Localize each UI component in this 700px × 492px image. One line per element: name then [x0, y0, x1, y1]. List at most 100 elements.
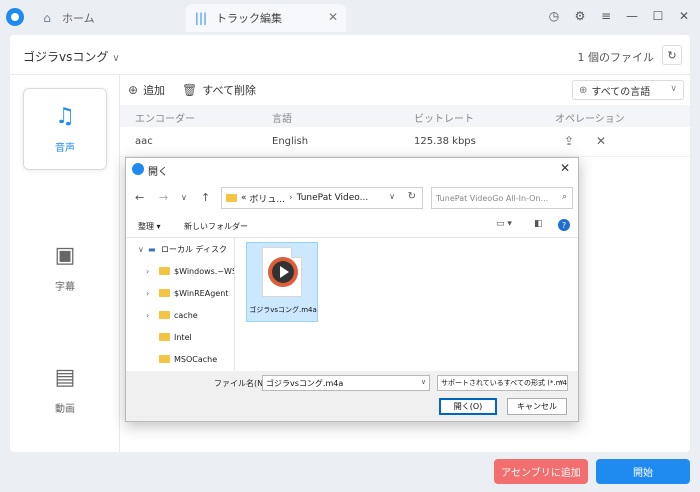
tab-track-edit-label: トラック編集 — [216, 12, 282, 25]
maximize-icon[interactable]: ☐ — [650, 7, 666, 25]
tree-item-local-disk[interactable]: ∨ ▬ ローカル ディスク — [138, 240, 246, 258]
chevron-down-icon[interactable]: ∨ — [389, 192, 395, 201]
chevron-down-icon: ∨ — [112, 53, 120, 64]
home-icon: ⌂ — [43, 11, 51, 25]
gear-icon[interactable]: ⚙ — [572, 7, 588, 25]
filename-input[interactable]: ゴジラvsコング.m4a ∨ — [262, 375, 430, 391]
app-logo-icon — [132, 163, 144, 175]
sidebar-item-label: 音声 — [55, 143, 75, 154]
file-item-name: ゴジラvsコング.m4a — [249, 306, 317, 314]
table-header: エンコーダー 言語 ビットレート オペレーション — [120, 105, 690, 127]
dialog-footer: ファイル名(N): ゴジラvsコング.m4a ∨ サポートされているすべての形式… — [126, 371, 578, 421]
preview-pane-icon[interactable]: ◧ — [534, 219, 543, 229]
waveform-icon: ||| — [194, 11, 208, 25]
chevron-right-icon[interactable]: › — [146, 289, 156, 298]
chevron-right-icon: › — [288, 193, 293, 203]
file-item-selected[interactable]: ゴジラvsコング.m4a — [246, 242, 318, 322]
start-button[interactable]: 開始 — [596, 459, 690, 484]
play-icon — [268, 257, 298, 287]
chevron-right-icon[interactable]: › — [146, 311, 156, 320]
dialog-nav-bar: ← → ∨ ↑ « ボリュ... › TunePat Video... ∨ ↻ … — [126, 180, 578, 214]
tree-item-label: $WinREAgent — [174, 288, 229, 298]
film-icon: ▤ — [54, 365, 76, 390]
file-type-select[interactable]: サポートされているすべての形式 (*.m4a ∨ — [437, 375, 568, 391]
open-button[interactable]: 開く(O) — [439, 398, 497, 415]
column-header-encoder: エンコーダー — [135, 114, 195, 125]
app-logo-icon — [6, 8, 24, 26]
sidebar-item-audio[interactable]: ♫ 音声 — [23, 88, 107, 170]
column-header-bitrate: ビットレート — [414, 114, 474, 125]
delete-all-button[interactable]: 🗑 すべて削除 — [182, 82, 256, 98]
file-header: ゴジラvsコング ∨ 1 個のファイル ↻ — [10, 35, 690, 75]
cancel-button[interactable]: キャンセル — [507, 398, 567, 415]
back-arrow-icon[interactable]: ← — [135, 191, 144, 204]
history-icon[interactable]: ◷ — [546, 7, 562, 25]
forward-arrow-icon[interactable]: → — [159, 191, 168, 204]
tree-item-label: ローカル ディスク — [161, 244, 227, 254]
add-button[interactable]: ⊕ 追加 — [128, 82, 165, 98]
refresh-button[interactable]: ↻ — [662, 45, 682, 65]
search-input[interactable]: TunePat VideoGo All-In-On... ⌕ — [431, 187, 573, 209]
folder-icon — [159, 311, 170, 319]
language-select[interactable]: ⊕ すべての言語 ∨ — [572, 80, 684, 100]
address-segment[interactable]: ボリュ... — [249, 192, 285, 205]
tree-item-label: MSOCache — [174, 354, 218, 364]
tree-item-label: cache — [174, 310, 198, 320]
new-folder-button[interactable]: 新しいフォルダー — [184, 221, 248, 232]
music-note-icon: ♫ — [55, 104, 75, 129]
file-title: ゴジラvsコング — [23, 50, 109, 64]
search-icon: ⌕ — [561, 192, 567, 202]
folder-icon — [159, 355, 170, 363]
plus-circle-icon: ⊕ — [128, 83, 139, 97]
chevron-down-icon: ∨ — [670, 84, 677, 94]
cell-bitrate: 125.38 kbps — [414, 136, 476, 147]
file-title-dropdown[interactable]: ゴジラvsコング ∨ — [23, 48, 120, 65]
up-arrow-icon[interactable]: ↑ — [201, 191, 210, 204]
tab-home[interactable]: ⌂ ホーム — [32, 4, 182, 32]
table-row: aac English 125.38 kbps ⇪ ✕ — [120, 127, 690, 157]
media-file-icon — [262, 247, 302, 297]
column-header-language: 言語 — [272, 114, 292, 125]
tab-track-edit[interactable]: ||| トラック編集 ✕ — [186, 4, 346, 32]
organize-label: 整理 — [138, 222, 154, 231]
dialog-title: 開く — [148, 167, 168, 178]
add-to-assembly-button[interactable]: アセンブリに追加 — [494, 459, 588, 484]
chevron-down-icon[interactable]: ∨ — [138, 245, 148, 254]
folder-icon — [159, 289, 170, 297]
organize-button[interactable]: 整理 ▾ — [138, 221, 161, 232]
dialog-title-bar: 開く ✕ — [126, 158, 578, 180]
folder-icon — [226, 194, 237, 202]
filename-label: ファイル名(N): — [214, 379, 269, 388]
delete-row-icon[interactable]: ✕ — [596, 134, 606, 148]
file-type-value: サポートされているすべての形式 (*.m4a — [441, 379, 568, 387]
cell-language: English — [272, 136, 309, 147]
chevron-right-icon[interactable]: › — [146, 267, 156, 276]
address-bar[interactable]: « ボリュ... › TunePat Video... ∨ ↻ — [221, 187, 423, 209]
view-options-icon[interactable]: ▭ ▾ — [496, 219, 512, 229]
refresh-icon[interactable]: ↻ — [408, 191, 416, 202]
column-header-operation: オペレーション — [555, 114, 625, 125]
menu-icon[interactable]: ≡ — [598, 7, 614, 25]
sidebar-item-video[interactable]: ▤ 動画 — [23, 349, 107, 431]
recent-chevron-icon[interactable]: ∨ — [181, 193, 187, 202]
help-icon[interactable]: ? — [558, 219, 570, 231]
window-controls: ◷ ⚙ ≡ — ☐ ✕ — [546, 7, 692, 25]
subtitle-icon: ▣ — [54, 243, 76, 268]
dialog-close-icon[interactable]: ✕ — [560, 161, 570, 175]
tab-close-icon[interactable]: ✕ — [328, 10, 338, 24]
drive-icon: ▬ — [148, 244, 156, 254]
tab-home-label: ホーム — [62, 12, 95, 25]
export-icon[interactable]: ⇪ — [564, 134, 574, 148]
language-select-value: すべての言語 — [591, 86, 651, 98]
title-bar: ⌂ ホーム ||| トラック編集 ✕ ◷ ⚙ ≡ — ☐ ✕ — [0, 0, 700, 35]
close-window-icon[interactable]: ✕ — [676, 7, 692, 25]
sidebar-item-subtitle[interactable]: ▣ 字幕 — [23, 227, 107, 309]
open-file-dialog: 開く ✕ ← → ∨ ↑ « ボリュ... › TunePat Video...… — [125, 157, 579, 422]
delete-all-label: すべて削除 — [202, 84, 257, 97]
filename-value: ゴジラvsコング.m4a — [266, 378, 344, 388]
chevron-down-icon[interactable]: ∨ — [421, 378, 426, 386]
minimize-icon[interactable]: — — [624, 7, 640, 25]
file-list: ゴジラvsコング.m4a — [234, 238, 578, 371]
address-segment[interactable]: TunePat Video... — [297, 193, 369, 203]
sidebar: ♫ 音声 ▣ 字幕 ▤ 動画 — [10, 75, 120, 452]
